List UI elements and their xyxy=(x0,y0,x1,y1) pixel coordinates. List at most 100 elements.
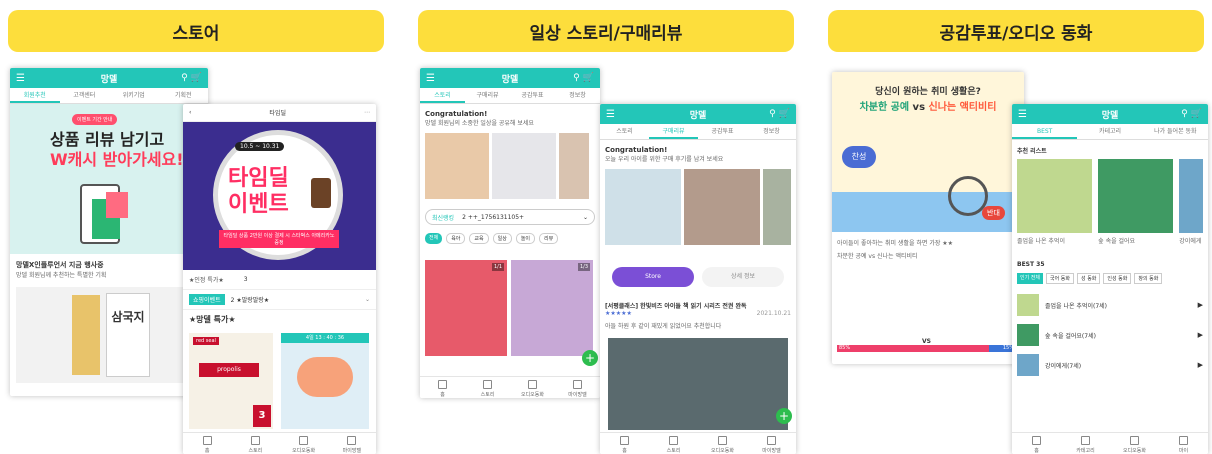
promo-collage: 스토어 일상 스토리/구매리뷰 공감투표/오디오 동화 ☰ 망델 ⚲ 🛒 회원추… xyxy=(0,0,1212,454)
nav-my[interactable]: 마이망델 xyxy=(555,377,600,398)
nav-story[interactable]: 스토리 xyxy=(649,433,698,454)
chip[interactable]: 인기 전체 xyxy=(1017,273,1043,284)
propolis-product-card[interactable]: red seal propolis 3 xyxy=(189,333,273,429)
tab-listened[interactable]: 나가 들어본 동화 xyxy=(1143,124,1208,139)
tab-story[interactable]: 스토리 xyxy=(420,88,465,103)
vote-desc-2: 차분한 공예 vs 신나는 액티비티 xyxy=(837,253,918,260)
baby-photo-3[interactable] xyxy=(559,133,589,199)
vote-option-a: 차분한 공예 xyxy=(859,102,910,113)
tab-info[interactable]: 정보창 xyxy=(555,88,600,103)
rec-book[interactable]: 졸업을 나온 추억이 xyxy=(1017,159,1093,245)
add-review-button[interactable]: + xyxy=(776,408,792,424)
book-title: 숲 속을 걸어요 xyxy=(1098,238,1136,245)
nav-home[interactable]: 홈 xyxy=(183,433,231,454)
disagree-sticker[interactable]: 반대 xyxy=(982,206,1005,220)
gift-box-illustration-2 xyxy=(106,192,128,218)
tab-story[interactable]: 스토리 xyxy=(600,124,649,139)
add-story-button[interactable]: + xyxy=(582,350,598,366)
chevron-down-icon: ⌄ xyxy=(582,213,588,221)
book-product-card[interactable]: 삼국지 xyxy=(16,287,202,383)
tab-review[interactable]: 구매리뷰 xyxy=(649,124,698,139)
tab-info[interactable]: 정보창 xyxy=(747,124,796,139)
chip[interactable]: 인성 동화 xyxy=(1103,273,1132,284)
nav-category[interactable]: 카테고리 xyxy=(1061,433,1110,454)
tab-vote[interactable]: 공감투표 xyxy=(510,88,555,103)
app-bar: ☰ 망델 ⚲ 🛒 xyxy=(1012,104,1208,124)
nav-audio[interactable]: 오디오동화 xyxy=(698,433,747,454)
filter-chip[interactable]: 놀이 xyxy=(515,233,536,244)
play-icon[interactable]: ▶ xyxy=(1198,361,1203,369)
menu-icon[interactable]: ☰ xyxy=(1018,109,1027,120)
chip[interactable]: 국어 동화 xyxy=(1046,273,1074,284)
congrats-title: Congratulation! xyxy=(605,146,668,154)
share-icon[interactable]: ⋯ xyxy=(364,109,370,116)
baby-photo-1[interactable] xyxy=(425,133,489,199)
chip[interactable]: 성 동화 xyxy=(1077,273,1101,284)
book-cover xyxy=(1098,159,1174,233)
nav-audio[interactable]: 오디오동화 xyxy=(510,377,555,398)
tab-service[interactable]: 고객센터 xyxy=(60,88,110,103)
best-item[interactable]: 숲 속을 걸어요(7세) ▶ xyxy=(1017,320,1203,350)
store-button[interactable]: Store xyxy=(612,267,694,287)
nav-home[interactable]: 홈 xyxy=(600,433,649,454)
deal-row-2[interactable]: 쇼핑이벤트 2 ★말랑말랑★ ⌄ xyxy=(183,290,376,310)
book-spine xyxy=(72,295,100,375)
nav-my[interactable]: 마이망델 xyxy=(747,433,796,454)
nav-home[interactable]: 홈 xyxy=(1012,433,1061,454)
review-photo-3[interactable] xyxy=(763,169,791,245)
nav-audio[interactable]: 오디오동화 xyxy=(1110,433,1159,454)
filter-chip[interactable]: 교육 xyxy=(469,233,489,244)
search-cart-icons[interactable]: ⚲ 🛒 xyxy=(573,73,594,83)
agree-sticker[interactable]: 찬성 xyxy=(842,146,876,168)
nav-my[interactable]: 마이 xyxy=(1159,433,1208,454)
book-cover: 삼국지 xyxy=(106,293,150,377)
deal-row-1[interactable]: ★인정 특가★ 3 xyxy=(183,270,376,290)
rec-book[interactable]: 강이에게 xyxy=(1179,159,1204,245)
tab-wiki[interactable]: 위키기업 xyxy=(109,88,159,103)
best-title: BEST 35 xyxy=(1017,261,1045,268)
ranking-select[interactable]: 최신랭킹 2 ++_1756131105+ ⌄ xyxy=(425,209,595,225)
tab-special[interactable]: 기획전 xyxy=(159,88,209,103)
filter-chip[interactable]: 일상 xyxy=(492,233,512,244)
play-icon[interactable]: ▶ xyxy=(1198,301,1203,309)
tab-vote[interactable]: 공감투표 xyxy=(698,124,747,139)
tab-category[interactable]: 카테고리 xyxy=(1077,124,1142,139)
menu-icon[interactable]: ☰ xyxy=(426,73,435,84)
nav-story[interactable]: 스토리 xyxy=(231,433,279,454)
search-cart-icons[interactable]: ⚲ 🛒 xyxy=(181,73,202,83)
nav-audio[interactable]: 오디오동화 xyxy=(280,433,328,454)
story-card-1[interactable]: 1/1 xyxy=(425,260,507,356)
review-photo-2[interactable] xyxy=(684,169,760,245)
filter-chip[interactable]: 전체 xyxy=(425,233,443,244)
menu-icon[interactable]: ☰ xyxy=(606,109,615,120)
review-banner[interactable]: 이벤트 기간 안내 상품 리뷰 남기고 W캐시 받아가세요! xyxy=(10,104,208,254)
best-item[interactable]: 강이에게(7세) ▶ xyxy=(1017,350,1203,380)
chevron-down-icon[interactable]: ⌄ xyxy=(365,296,370,303)
review-book-photo[interactable] xyxy=(608,338,788,430)
filter-chip[interactable]: 리뷰 xyxy=(539,233,559,244)
nav-my[interactable]: 마이망델 xyxy=(328,433,376,454)
filter-chip[interactable]: 육아 xyxy=(446,233,466,244)
menu-icon[interactable]: ☰ xyxy=(16,73,25,84)
baby-photo-2[interactable] xyxy=(492,133,556,199)
event-line2: 이벤트 xyxy=(228,192,289,217)
rec-book[interactable]: 숲 속을 걸어요 xyxy=(1098,159,1174,245)
salmon-product-card[interactable]: 4일 13 : 40 : 36 xyxy=(281,333,369,429)
search-cart-icons[interactable]: ⚲ 🛒 xyxy=(769,109,790,119)
detail-button[interactable]: 상세 정보 xyxy=(702,267,784,287)
chip[interactable]: 창의 동화 xyxy=(1134,273,1163,284)
search-cart-icons[interactable]: ⚲ 🛒 xyxy=(1181,109,1202,119)
best-item[interactable]: 졸업을 나온 추억이(7세) ▶ xyxy=(1017,290,1203,320)
tab-best[interactable]: BEST xyxy=(1012,124,1078,139)
review-photo-1[interactable] xyxy=(605,169,681,245)
tab-review[interactable]: 구매리뷰 xyxy=(465,88,510,103)
nav-home[interactable]: 홈 xyxy=(420,377,465,398)
timedeal-banner[interactable]: 10.5 ~ 10.31 타임딜 이벤트 타임딜 상품 2만원 이상 결제 시 … xyxy=(183,122,376,270)
nav-story[interactable]: 스토리 xyxy=(465,377,510,398)
story-card-2[interactable]: 1/3 xyxy=(511,260,593,356)
review-item[interactable]: [서평클래스] 한빛비즈 아이들 책 읽기 시리즈 전권 완독 ★★★★★ 20… xyxy=(600,297,796,334)
play-icon[interactable]: ▶ xyxy=(1198,331,1203,339)
brand-logo: 망델 xyxy=(100,74,118,85)
back-icon[interactable]: ‹ xyxy=(189,109,191,116)
tab-recommend[interactable]: 회원추천 xyxy=(10,88,60,103)
